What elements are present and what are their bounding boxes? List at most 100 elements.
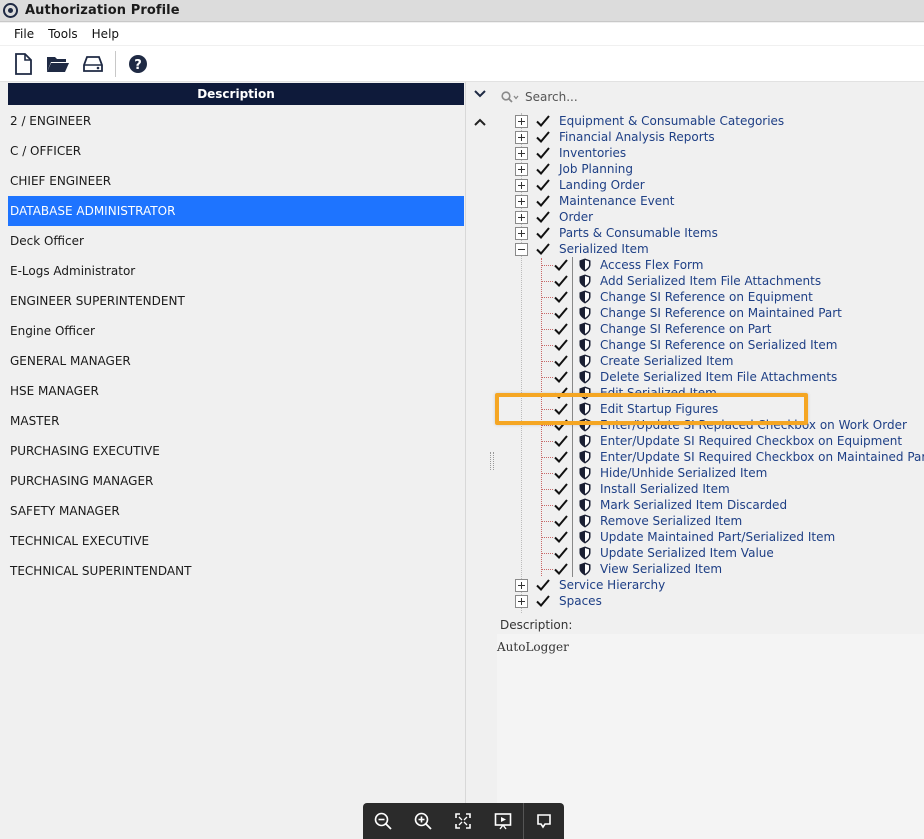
tree-child-node[interactable]: Remove Serialized Item: [553, 513, 742, 529]
fit-screen-button[interactable]: [443, 803, 483, 839]
search-box[interactable]: Search...: [501, 88, 578, 106]
role-list-item[interactable]: 2 / ENGINEER: [8, 106, 464, 136]
tree-node[interactable]: Parts & Consumable Items: [515, 225, 718, 241]
role-list-item[interactable]: TECHNICAL EXECUTIVE: [8, 526, 464, 556]
app-icon: [3, 3, 18, 18]
collapse-icon[interactable]: [515, 242, 528, 256]
zoom-out-button[interactable]: [363, 803, 403, 839]
expand-icon[interactable]: [515, 178, 528, 192]
tree-child-node[interactable]: Add Serialized Item File Attachments: [553, 273, 821, 289]
permission-label: Change SI Reference on Serialized Item: [600, 338, 838, 352]
tree-node[interactable]: Spaces: [515, 593, 602, 609]
tree-child-node[interactable]: View Serialized Item: [553, 561, 722, 577]
role-list-item[interactable]: PURCHASING MANAGER: [8, 466, 464, 496]
shield-icon: [579, 370, 591, 384]
tree-child-node[interactable]: Change SI Reference on Part: [553, 321, 771, 337]
check-icon: [554, 339, 568, 351]
menu-help[interactable]: Help: [92, 27, 119, 41]
tree-divider: [572, 369, 573, 385]
tree-child-node[interactable]: Enter/Update SI Required Checkbox on Equ…: [553, 433, 902, 449]
shield-icon: [579, 354, 591, 368]
check-icon: [536, 179, 550, 191]
tree-node[interactable]: Order: [515, 209, 593, 225]
role-list-item[interactable]: SAFETY MANAGER: [8, 496, 464, 526]
tree-divider: [572, 305, 573, 321]
tree-node[interactable]: Maintenance Event: [515, 193, 674, 209]
tree-child-node[interactable]: Hide/Unhide Serialized Item: [553, 465, 767, 481]
menu-tools[interactable]: Tools: [48, 27, 78, 41]
fit-screen-icon: [455, 813, 471, 829]
tree-branch-line: [542, 473, 553, 474]
expand-icon[interactable]: [515, 146, 528, 160]
tree-node-label: Serialized Item: [559, 242, 649, 256]
role-list-item[interactable]: DATABASE ADMINISTRATOR: [8, 196, 464, 226]
comment-button[interactable]: [524, 803, 564, 839]
role-list-item[interactable]: C / OFFICER: [8, 136, 464, 166]
tree-node[interactable]: Inventories: [515, 145, 626, 161]
role-list-item[interactable]: PURCHASING EXECUTIVE: [8, 436, 464, 466]
tree-branch-line: [542, 425, 553, 426]
role-list-item[interactable]: E-Logs Administrator: [8, 256, 464, 286]
expand-icon[interactable]: [515, 594, 528, 608]
tree-child-node[interactable]: Change SI Reference on Serialized Item: [553, 337, 837, 353]
tree-child-node[interactable]: Delete Serialized Item File Attachments: [553, 369, 837, 385]
tree-node[interactable]: Landing Order: [515, 177, 645, 193]
role-list-item[interactable]: MASTER: [8, 406, 464, 436]
role-list-item[interactable]: Deck Officer: [8, 226, 464, 256]
drive-icon: [83, 55, 103, 72]
expand-icon[interactable]: [515, 210, 528, 224]
tree-child-node[interactable]: Install Serialized Item: [553, 481, 730, 497]
scroll-up-button[interactable]: [466, 112, 494, 132]
expand-icon[interactable]: [515, 578, 528, 592]
open-folder-button[interactable]: [45, 51, 71, 77]
role-list-item[interactable]: HSE MANAGER: [8, 376, 464, 406]
tree-divider: [572, 433, 573, 449]
expand-icon[interactable]: [515, 114, 528, 128]
expand-icon[interactable]: [515, 130, 528, 144]
tree-branch-line: [542, 297, 553, 298]
check-icon: [536, 163, 550, 175]
tree-child-node[interactable]: Update Maintained Part/Serialized Item: [553, 529, 835, 545]
role-list-item[interactable]: Engine Officer: [8, 316, 464, 346]
shield-icon: [579, 322, 591, 336]
permission-label: Install Serialized Item: [600, 482, 730, 496]
pane-splitter[interactable]: [490, 452, 494, 470]
tree-branch-line: [542, 505, 553, 506]
help-button[interactable]: ?: [125, 51, 151, 77]
tree-node[interactable]: Service Hierarchy: [515, 577, 665, 593]
menu-bar: File Tools Help: [0, 23, 924, 45]
tree-child-node[interactable]: Change SI Reference on Maintained Part: [553, 305, 842, 321]
tree-child-node[interactable]: Update Serialized Item Value: [553, 545, 774, 561]
check-icon: [554, 275, 568, 287]
permission-label: Mark Serialized Item Discarded: [600, 498, 788, 512]
expand-icon[interactable]: [515, 226, 528, 240]
description-column-header[interactable]: Description: [8, 83, 464, 105]
expand-icon[interactable]: [515, 162, 528, 176]
role-list-item[interactable]: GENERAL MANAGER: [8, 346, 464, 376]
permissions-panel: Search... Equipment & Consumable Categor…: [495, 82, 924, 839]
tree-child-node[interactable]: Change SI Reference on Equipment: [553, 289, 813, 305]
menu-file[interactable]: File: [14, 27, 34, 41]
tree-branch-line: [542, 569, 553, 570]
check-icon: [536, 131, 550, 143]
zoom-in-button[interactable]: [403, 803, 443, 839]
tree-child-node[interactable]: Mark Serialized Item Discarded: [553, 497, 787, 513]
new-document-button[interactable]: [10, 51, 36, 77]
tree-node[interactable]: Serialized Item: [515, 241, 649, 257]
tree-child-node[interactable]: Enter/Update SI Required Checkbox on Mai…: [553, 449, 924, 465]
tree-node[interactable]: Equipment & Consumable Categories: [515, 113, 784, 129]
role-list-item[interactable]: TECHNICAL SUPERINTENDANT: [8, 556, 464, 586]
expand-icon[interactable]: [515, 194, 528, 208]
tree-child-node[interactable]: Create Serialized Item: [553, 353, 733, 369]
tree-branch-line: [542, 265, 553, 266]
tree-divider: [572, 289, 573, 305]
tree-child-node[interactable]: Access Flex Form: [553, 257, 703, 273]
tree-node[interactable]: Job Planning: [515, 161, 633, 177]
drive-button[interactable]: [80, 51, 106, 77]
role-list-item[interactable]: CHIEF ENGINEER: [8, 166, 464, 196]
column-dropdown-button[interactable]: [466, 83, 494, 105]
tree-node-label: Service Hierarchy: [559, 578, 666, 592]
role-list-item[interactable]: ENGINEER SUPERINTENDENT: [8, 286, 464, 316]
present-button[interactable]: [483, 803, 523, 839]
tree-node[interactable]: Financial Analysis Reports: [515, 129, 715, 145]
